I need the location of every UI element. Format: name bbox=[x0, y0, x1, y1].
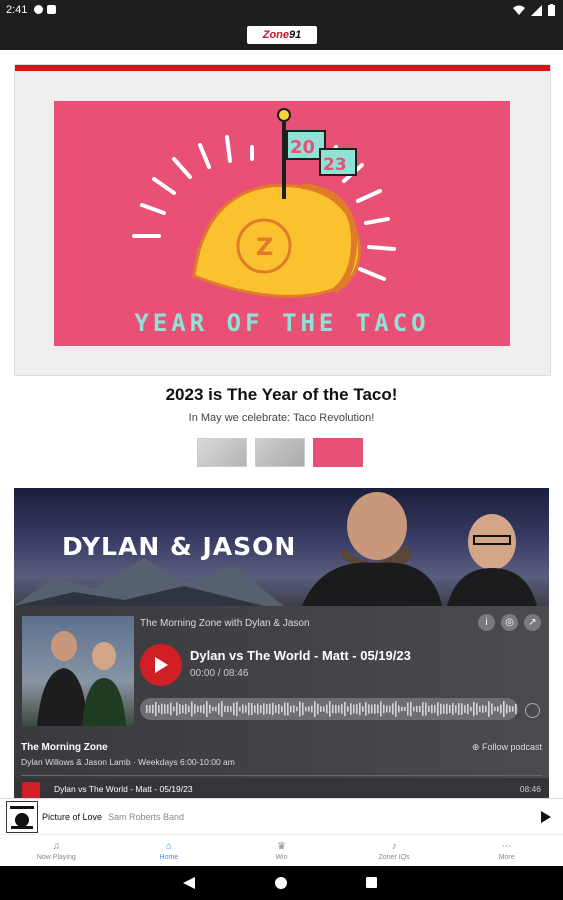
nav-more[interactable]: ⋯ More bbox=[450, 835, 563, 867]
episode-list-item[interactable]: Dylan vs The World - Matt - 05/19/23 08:… bbox=[14, 778, 549, 798]
battery-icon bbox=[548, 4, 555, 16]
podcast-widget: DYLAN & JASON The Morning Zone with Dyla… bbox=[14, 488, 549, 798]
podcast-player-card: The Morning Zone with Dylan & Jason i ◎ … bbox=[14, 606, 549, 798]
system-navigation-bar bbox=[0, 866, 563, 900]
featured-headline[interactable]: 2023 is The Year of the Taco! bbox=[0, 385, 563, 405]
svg-text:Z: Z bbox=[256, 233, 273, 261]
podcast-icon[interactable]: ◎ bbox=[501, 614, 518, 631]
now-playing-artist: Sam Roberts Band bbox=[108, 812, 185, 822]
podcast-banner: DYLAN & JASON bbox=[14, 488, 549, 606]
year-of-taco-image[interactable]: Z 20 23 YEAR OF THE TACO bbox=[54, 101, 510, 346]
now-playing-bar[interactable]: Picture of Love Sam Roberts Band bbox=[0, 798, 563, 835]
recents-icon[interactable] bbox=[366, 877, 377, 888]
program-subtitle: Dylan Willows & Jason Lamb · Weekdays 6:… bbox=[21, 757, 235, 767]
nav-label: Win bbox=[275, 853, 288, 861]
now-playing-song: Picture of Love bbox=[42, 812, 103, 822]
podcast-show-name: The Morning Zone with Dylan & Jason bbox=[140, 618, 310, 629]
nav-zoner-iqs[interactable]: ♪ Zoner IQs bbox=[338, 835, 451, 867]
play-icon bbox=[541, 811, 551, 823]
status-right bbox=[513, 4, 555, 16]
nav-label: Now Playing bbox=[36, 853, 76, 861]
carousel-thumb-2[interactable] bbox=[255, 438, 305, 467]
podcast-play-button[interactable] bbox=[140, 644, 182, 686]
flag-text-top: 20 bbox=[290, 137, 315, 158]
home-content[interactable]: Z 20 23 YEAR OF THE TACO 2023 is The Yea… bbox=[0, 50, 563, 798]
hero-image-text: YEAR OF THE TACO bbox=[134, 309, 429, 337]
nav-label: Zoner IQs bbox=[378, 853, 410, 861]
sim-icon bbox=[47, 5, 56, 14]
nav-label: Home bbox=[159, 853, 179, 861]
featured-carousel[interactable]: Z 20 23 YEAR OF THE TACO bbox=[14, 64, 551, 376]
logo-text-zone: Zone bbox=[262, 29, 290, 41]
home-icon: ⌂ bbox=[165, 840, 172, 852]
bottom-navigation: ♫ Now Playing ⌂ Home ♛ Win ♪ Zoner IQs ⋯… bbox=[0, 834, 563, 867]
notification-icon bbox=[34, 5, 43, 14]
carousel-thumb-3[interactable] bbox=[313, 438, 363, 467]
mic-icon: ♪ bbox=[391, 840, 397, 852]
home-circle-icon[interactable] bbox=[275, 877, 287, 889]
more-icon: ⋯ bbox=[501, 840, 512, 852]
podcast-artwork bbox=[22, 616, 134, 726]
flag-text-bottom: 23 bbox=[323, 155, 347, 175]
episode-list-duration: 08:46 bbox=[519, 784, 541, 794]
signal-icon bbox=[531, 4, 542, 16]
trophy-icon: ♛ bbox=[277, 840, 286, 852]
status-time: 2:41 bbox=[6, 4, 28, 16]
follow-label: Follow podcast bbox=[481, 742, 542, 752]
nav-now-playing[interactable]: ♫ Now Playing bbox=[0, 835, 113, 867]
follow-podcast-button[interactable]: ⊕ Follow podcast bbox=[472, 742, 542, 753]
waveform-graphic bbox=[146, 701, 517, 717]
nav-label: More bbox=[498, 853, 515, 861]
podcast-banner-title: DYLAN & JASON bbox=[62, 532, 297, 561]
taco-illustration: Z 20 23 YEAR OF THE TACO bbox=[132, 108, 429, 337]
divider bbox=[21, 775, 542, 776]
info-icon[interactable]: i bbox=[478, 614, 495, 631]
album-art bbox=[6, 801, 38, 833]
episode-title: Dylan vs The World - Matt - 05/19/23 bbox=[190, 648, 411, 663]
nav-win[interactable]: ♛ Win bbox=[225, 835, 338, 867]
wifi-icon bbox=[513, 5, 525, 15]
nav-home[interactable]: ⌂ Home bbox=[113, 835, 226, 867]
featured-subheadline: In May we celebrate: Taco Revolution! bbox=[188, 412, 375, 424]
share-icon[interactable]: ↗ bbox=[524, 614, 541, 631]
follow-icon: ⊕ bbox=[471, 742, 482, 752]
host-photo-dylan bbox=[302, 492, 442, 606]
station-logo[interactable]: Zone 91 bbox=[247, 26, 317, 44]
carousel-thumb-1[interactable] bbox=[197, 438, 247, 467]
now-playing-play-button[interactable] bbox=[541, 810, 551, 828]
status-bar: 2:41 bbox=[0, 0, 563, 22]
episode-thumb bbox=[22, 782, 40, 798]
app-bar: Zone 91 bbox=[0, 22, 563, 50]
notification-icons bbox=[34, 5, 56, 14]
host-photo-jason bbox=[447, 514, 537, 606]
podcast-action-icons: i ◎ ↗ bbox=[478, 614, 541, 631]
episode-waveform-scrubber[interactable] bbox=[140, 698, 518, 720]
logo-text-91: 91 bbox=[289, 29, 302, 41]
episode-time: 00:00 / 08:46 bbox=[190, 668, 249, 679]
music-note-icon: ♫ bbox=[52, 840, 61, 852]
program-name: The Morning Zone bbox=[21, 742, 108, 753]
back-icon[interactable] bbox=[183, 877, 195, 889]
playback-speed-icon[interactable] bbox=[525, 703, 540, 718]
red-accent-bar bbox=[15, 65, 550, 71]
episode-list-title: Dylan vs The World - Matt - 05/19/23 bbox=[54, 784, 193, 794]
carousel-thumbnails bbox=[197, 438, 363, 467]
play-icon bbox=[155, 657, 168, 673]
